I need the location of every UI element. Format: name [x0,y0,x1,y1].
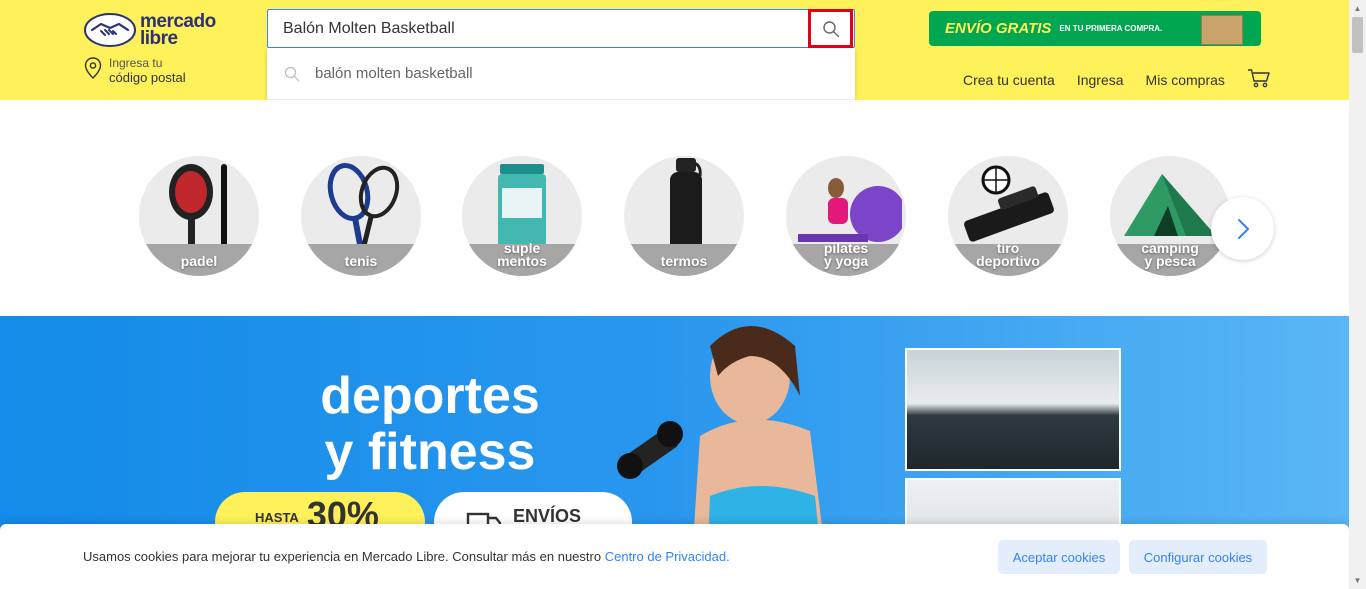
category-carousel: padel tenis suple mentos termos pilates … [0,100,1349,316]
treadmill-photo [905,348,1121,471]
login-link[interactable]: Ingresa [1077,72,1124,88]
category-label: camping y pesca [1141,240,1199,269]
search-icon [284,66,300,82]
category-label: suple mentos [497,240,547,269]
category-label: pilates y yoga [823,240,869,269]
category-camping-pesca[interactable]: camping y pesca [1110,156,1230,276]
handshake-logo-icon [84,13,136,47]
promo-subtitle: EN TU PRIMERA COMPRA. [1059,24,1163,33]
search-bar [267,9,855,48]
category-termos[interactable]: termos [624,156,744,276]
category-label: termos [660,253,708,269]
my-purchases-link[interactable]: Mis compras [1146,72,1225,88]
chevron-right-icon [1237,218,1249,239]
category-suplementos[interactable]: suple mentos [462,156,582,276]
free-shipping-promo[interactable]: ENVÍO GRATIS EN TU PRIMERA COMPRA. [929,11,1261,46]
configure-cookies-button[interactable]: Configurar cookies [1129,540,1267,574]
carousel-next-button[interactable] [1211,197,1274,260]
accept-cookies-button[interactable]: Aceptar cookies [998,540,1120,574]
suggestion-text: balón molten basketball [315,65,473,82]
scroll-up-arrow-icon[interactable]: ▲ [1349,0,1366,17]
privacy-center-link[interactable]: Centro de Privacidad. [605,549,730,564]
category-tenis[interactable]: tenis [301,156,421,276]
category-pilates-yoga[interactable]: pilates y yoga [786,156,906,276]
discount-prefix: HASTA [255,510,299,525]
category-padel[interactable]: padel [139,156,259,276]
category-label: tenis [344,253,378,269]
cart-button[interactable] [1247,68,1271,93]
banner-title: deportes y fitness [320,367,540,481]
category-tiro-deportivo[interactable]: tiro deportivo [948,156,1068,276]
user-nav: Crea tu cuenta Ingresa Mis compras [963,68,1271,88]
search-input[interactable] [268,10,808,47]
promo-title: ENVÍO GRATIS [945,20,1052,37]
pilates-ball-image [798,178,902,242]
category-label: padel [180,253,218,269]
search-suggestions: balón molten basketball [267,48,855,103]
camping-tent-image [1124,174,1216,236]
mercado-libre-logo[interactable]: mercado libre [84,10,224,50]
package-box-icon [1201,15,1243,45]
location-postal-code: código postal [109,70,186,85]
logo-text-libre: libre [140,28,178,49]
create-account-link[interactable]: Crea tu cuenta [963,72,1055,88]
logo-wordmark: mercado libre [140,12,216,49]
category-label: tiro deportivo [976,240,1040,269]
postal-code-selector[interactable]: Ingresa tu código postal [84,56,186,85]
cookie-banner: Usamos cookies para mejorar tu experienc… [0,524,1349,589]
suggestion-item[interactable]: balón molten basketball [267,48,855,100]
search-icon [822,20,839,37]
location-prompt: Ingresa tu [109,56,163,70]
cart-icon [1247,68,1270,87]
rifle-scope-image [964,165,1054,242]
search-button[interactable] [808,9,853,48]
location-pin-icon [84,57,102,79]
padel-racket-image [169,164,227,248]
scroll-down-arrow-icon[interactable]: ▼ [1349,572,1366,589]
page: mercado libre Ingresa tu código postal B… [0,0,1366,589]
cookie-message: Usamos cookies para mejorar tu experienc… [83,549,730,564]
scrollbar-thumb[interactable] [1352,17,1363,53]
page-scrollbar[interactable]: ▲ ▼ [1349,0,1366,589]
